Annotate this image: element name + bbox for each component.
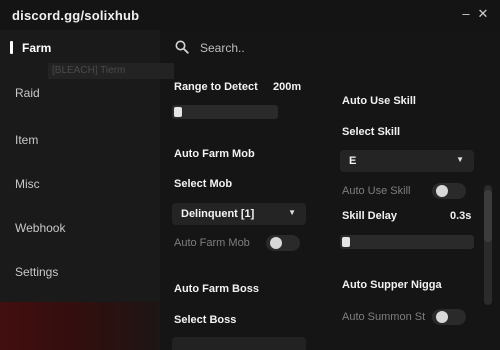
select-mob-dropdown[interactable]: Delinquent [1] ▼ — [172, 203, 306, 225]
background-game-bleed — [0, 302, 160, 350]
chevron-down-icon: ▼ — [288, 208, 296, 217]
toggle-knob — [436, 311, 448, 323]
auto-summon-toggle[interactable] — [432, 309, 466, 325]
skill-delay-label: Skill Delay — [342, 210, 398, 222]
toggle-knob — [436, 185, 448, 197]
app-window: discord.gg/solixhub – ✕ Farm Raid Item M… — [0, 0, 500, 350]
range-to-detect-slider[interactable] — [172, 105, 278, 119]
auto-use-skill-toggle[interactable] — [432, 183, 466, 199]
auto-supper-header: Auto Supper Nigga — [342, 279, 442, 291]
search-icon — [175, 40, 189, 54]
select-skill-label: Select Skill — [342, 126, 401, 138]
active-tab-indicator — [10, 41, 13, 54]
sidebar-item-misc[interactable]: Misc — [15, 177, 40, 191]
auto-summon-toggle-label: Auto Summon St — [342, 311, 426, 323]
chevron-down-icon: ▼ — [456, 155, 464, 164]
range-to-detect-value: 200m — [273, 81, 302, 93]
skill-delay-value: 0.3s — [450, 210, 472, 222]
sidebar-item-webhook[interactable]: Webhook — [15, 221, 65, 235]
sidebar-item-raid[interactable]: Raid — [15, 86, 40, 100]
select-mob-value: Delinquent [1] — [181, 208, 255, 220]
auto-farm-mob-header: Auto Farm Mob — [174, 148, 255, 160]
toggle-knob — [270, 237, 282, 249]
title-bar[interactable]: discord.gg/solixhub – ✕ — [0, 0, 500, 30]
select-boss-dropdown[interactable] — [172, 337, 306, 350]
auto-use-skill-toggle-label: Auto Use Skill — [342, 185, 411, 197]
search-input[interactable] — [200, 39, 400, 57]
auto-farm-mob-toggle-label: Auto Farm Mob — [174, 237, 250, 249]
sidebar-item-item[interactable]: Item — [15, 133, 38, 147]
slider-knob[interactable] — [174, 107, 182, 117]
select-boss-label: Select Boss — [174, 314, 237, 326]
sidebar-item-settings[interactable]: Settings — [15, 265, 58, 279]
select-mob-label: Select Mob — [174, 178, 233, 190]
farm-mob-section: Range to Detect 200m Auto Farm Mob Selec… — [166, 72, 331, 350]
auto-farm-boss-header: Auto Farm Boss — [174, 283, 259, 295]
window-title: discord.gg/solixhub — [12, 8, 140, 23]
auto-skill-section: Auto Use Skill Select Skill E ▼ Auto Use… — [334, 72, 499, 350]
minimize-icon[interactable]: – — [459, 7, 473, 21]
skill-delay-slider[interactable] — [340, 235, 474, 249]
close-icon[interactable]: ✕ — [476, 7, 490, 21]
auto-farm-mob-toggle[interactable] — [266, 235, 300, 251]
background-ghost-text: [BLEACH] Tierm — [48, 63, 174, 79]
scrollbar-thumb[interactable] — [484, 190, 492, 242]
select-skill-dropdown[interactable]: E ▼ — [340, 150, 474, 172]
sidebar-item-farm[interactable]: Farm — [22, 41, 51, 55]
auto-use-skill-header: Auto Use Skill — [342, 95, 416, 107]
range-to-detect-label: Range to Detect — [174, 81, 258, 93]
select-skill-value: E — [349, 155, 357, 167]
slider-knob[interactable] — [342, 237, 350, 247]
